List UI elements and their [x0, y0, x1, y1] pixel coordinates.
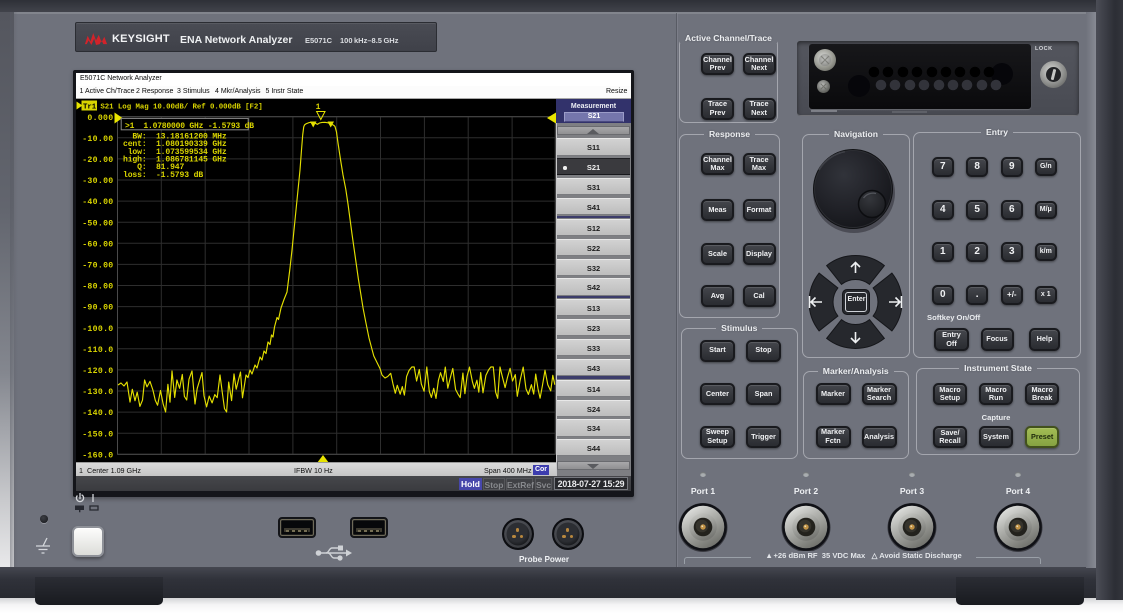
svg-text:-130.0: -130.0 — [82, 388, 113, 397]
svg-text:S21 Log Mag 10.00dB/ Ref 0.000: S21 Log Mag 10.00dB/ Ref 0.000dB [F2] — [96, 104, 263, 112]
svg-text:-10.00: -10.00 — [82, 135, 113, 144]
svg-text:-30.00: -30.00 — [82, 177, 113, 186]
svg-text:-120.0: -120.0 — [82, 367, 113, 376]
svg-text:-140.0: -140.0 — [82, 409, 113, 418]
svg-text:0.000: 0.000 — [87, 114, 113, 123]
svg-text:-60.00: -60.00 — [82, 240, 113, 249]
svg-text:>1 1.0780000 GHz -1.5793 dB: >1 1.0780000 GHz -1.5793 dB — [125, 122, 254, 131]
svg-text:Tr1: Tr1 — [83, 104, 97, 112]
svg-text:-160.0: -160.0 — [82, 451, 113, 460]
svg-text:-70.00: -70.00 — [82, 262, 113, 271]
svg-text:-40.00: -40.00 — [82, 198, 113, 207]
svg-text:-20.00: -20.00 — [82, 156, 113, 165]
svg-text:-50.00: -50.00 — [82, 219, 113, 228]
svg-text:-110.0: -110.0 — [82, 346, 113, 355]
svg-text:-80.00: -80.00 — [82, 283, 113, 292]
svg-text:-90.00: -90.00 — [82, 304, 113, 313]
svg-text:-150.0: -150.0 — [82, 430, 113, 439]
svg-text:1: 1 — [316, 103, 321, 112]
svg-text:-100.0: -100.0 — [82, 325, 113, 334]
svg-text:loss: -1.5793 dB: loss: -1.5793 dB — [123, 171, 203, 180]
